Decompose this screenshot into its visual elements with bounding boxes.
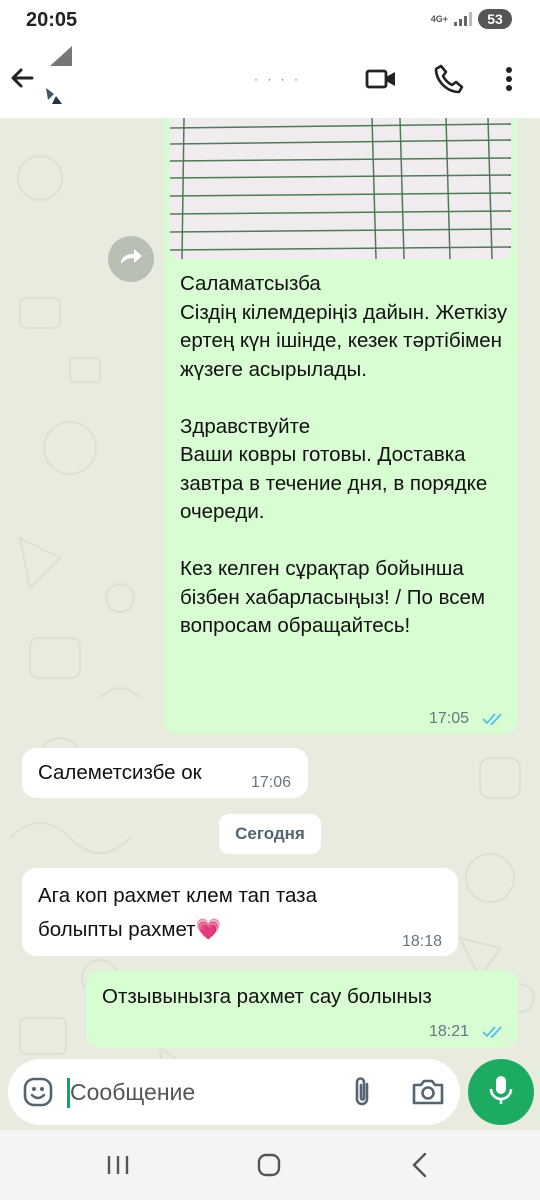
chat-header: · · · · [0, 40, 540, 118]
date-separator: Сегодня [219, 814, 321, 854]
system-nav-bar [0, 1130, 540, 1200]
avatar[interactable] [44, 44, 72, 106]
status-time: 20:05 [26, 9, 78, 31]
message-text: Ага коп рахмет клем тап таза болыпты рах… [38, 884, 317, 941]
battery-badge: 53 [478, 9, 512, 29]
message-text: Салеметсизбе ок [38, 761, 202, 784]
forward-button[interactable] [108, 236, 154, 282]
message-composer [8, 1059, 460, 1125]
message-bubble-outgoing[interactable]: Отзывынызга рахмет сау болыныз 18:21 [86, 970, 518, 1048]
read-ticks-icon [482, 713, 502, 726]
camera-icon[interactable] [410, 1075, 446, 1109]
message-image[interactable] [170, 118, 511, 259]
message-bubble-outgoing[interactable]: Саламатсызба Сіздің кілемдеріңіз дайын. … [164, 118, 518, 734]
message-bubble-incoming[interactable]: Ага коп рахмет клем тап таза болыпты рах… [22, 868, 458, 956]
home-icon[interactable] [254, 1150, 284, 1180]
status-bar: 20:05 4G+ 53 [0, 0, 540, 40]
message-time: 18:18 [402, 933, 443, 950]
microphone-button[interactable] [468, 1059, 534, 1125]
video-call-icon[interactable] [364, 62, 398, 96]
recent-apps-icon[interactable] [103, 1150, 133, 1180]
message-time: 17:05 [429, 710, 470, 727]
message-time: 18:21 [429, 1023, 470, 1040]
network-type: 4G+ [430, 13, 448, 24]
contact-name[interactable]: · · · · [254, 72, 301, 86]
message-bubble-incoming[interactable]: Салеметсизбе ок 17:06 [22, 748, 308, 798]
back-nav-icon[interactable] [405, 1150, 435, 1180]
emoji-icon[interactable] [22, 1076, 54, 1108]
more-vert-icon[interactable] [492, 62, 526, 96]
chat-area[interactable]: Саламатсызба Сіздің кілемдеріңіз дайын. … [0, 118, 540, 1130]
read-ticks-icon [482, 1026, 502, 1039]
message-text: Отзывынызга рахмет сау болыныз [102, 985, 432, 1008]
status-indicators: 4G+ 53 [431, 9, 512, 29]
paperclip-icon[interactable] [346, 1074, 380, 1110]
microphone-icon [486, 1073, 516, 1112]
back-arrow-icon[interactable] [6, 62, 38, 94]
signal-icon [454, 12, 472, 26]
message-input[interactable] [70, 1071, 270, 1113]
message-text: Саламатсызба Сіздің кілемдеріңіз дайын. … [180, 272, 508, 637]
phone-icon[interactable] [432, 62, 466, 96]
forward-icon [118, 246, 144, 273]
message-time: 17:06 [251, 774, 292, 791]
